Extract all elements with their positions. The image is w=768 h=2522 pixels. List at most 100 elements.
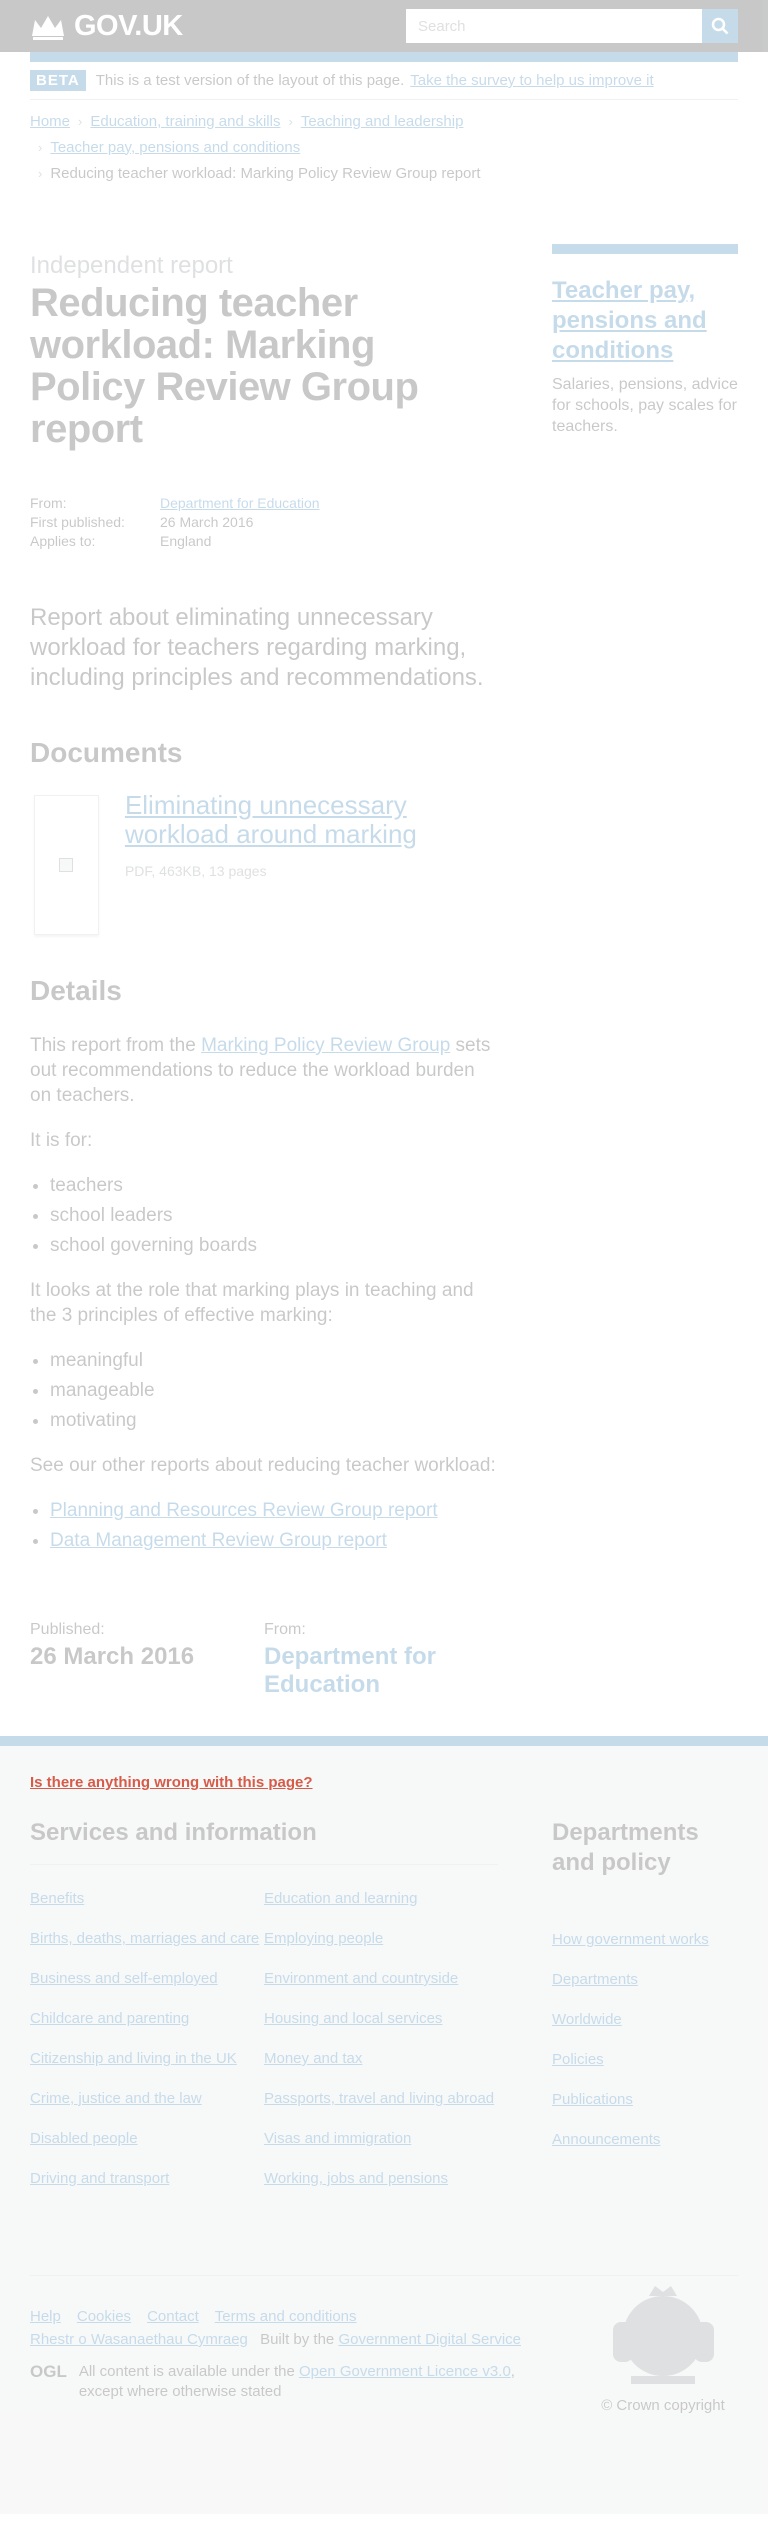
- sidebar-blue-bar: [552, 244, 738, 254]
- breadcrumb-current: Reducing teacher workload: Marking Polic…: [50, 164, 481, 182]
- copyright-text: © Crown copyright: [601, 2397, 725, 2414]
- footer-link[interactable]: How government works: [552, 1930, 738, 1950]
- marking-policy-link[interactable]: Marking Policy Review Group: [201, 1035, 450, 1056]
- footer-meta: Help Cookies Contact Terms and condition…: [30, 2275, 738, 2414]
- survey-link[interactable]: Take the survey to help us improve it: [410, 72, 653, 89]
- departments-list: How government works Departments Worldwi…: [552, 1930, 738, 2150]
- page-title: Reducing teacher workload: Marking Polic…: [30, 281, 419, 451]
- footer-link[interactable]: Crime, justice and the law: [30, 2089, 264, 2109]
- footer-blue-bar: [0, 1736, 768, 1746]
- govuk-logo-link[interactable]: GOV.UK: [30, 10, 183, 43]
- published-label: Published:: [30, 1621, 105, 1638]
- footer-link[interactable]: Employing people: [264, 1929, 498, 1949]
- list-item: school leaders: [50, 1203, 498, 1228]
- footer-link[interactable]: Money and tax: [264, 2049, 498, 2069]
- lead-paragraph: Report about eliminating unnecessary wor…: [30, 604, 484, 691]
- chevron-right-icon: ›: [38, 165, 43, 181]
- related-reports-list: Planning and Resources Review Group repo…: [50, 1498, 498, 1553]
- header-blue-bar: [30, 52, 738, 62]
- logo-text: GOV.UK: [74, 9, 183, 42]
- details-p4: See our other reports about reducing tea…: [30, 1455, 496, 1476]
- search-form: [406, 9, 738, 43]
- services-col-2: Education and learning Employing people …: [264, 1889, 498, 2209]
- contact-link[interactable]: Contact: [147, 2308, 199, 2325]
- meta-published-label: First published:: [30, 514, 125, 530]
- from-label: From:: [264, 1621, 306, 1638]
- document-attachment: Eliminating unnecessary workload around …: [30, 791, 498, 935]
- planning-report-link[interactable]: Planning and Resources Review Group repo…: [50, 1500, 438, 1521]
- footer-link[interactable]: Passports, travel and living abroad: [264, 2089, 498, 2109]
- footer-link[interactable]: Driving and transport: [30, 2169, 264, 2189]
- document-thumbnail[interactable]: [34, 795, 99, 935]
- search-button[interactable]: [702, 9, 738, 43]
- details-p2: It is for:: [30, 1130, 93, 1151]
- gds-link[interactable]: Government Digital Service: [338, 2331, 521, 2348]
- footer-link[interactable]: Environment and countryside: [264, 1969, 498, 1989]
- ogl-logo-icon: OGL: [30, 2362, 67, 2381]
- breadcrumb-home[interactable]: Home: [30, 113, 70, 130]
- list-item: meaningful: [50, 1348, 498, 1373]
- documents-heading: Documents: [30, 737, 183, 768]
- terms-link[interactable]: Terms and conditions: [215, 2308, 357, 2325]
- department-link[interactable]: Department for Education: [264, 1643, 498, 1699]
- list-item: school governing boards: [50, 1233, 498, 1258]
- beta-tag: BETA: [30, 70, 86, 91]
- footer-link[interactable]: Births, deaths, marriages and care: [30, 1929, 264, 1949]
- meta-applies-label: Applies to:: [30, 533, 96, 549]
- footer-link[interactable]: Departments: [552, 1970, 738, 1990]
- list-item: teachers: [50, 1173, 498, 1198]
- footer-link[interactable]: Working, jobs and pensions: [264, 2169, 498, 2189]
- search-icon: [711, 17, 729, 35]
- footer-link[interactable]: Benefits: [30, 1889, 264, 1909]
- breadcrumb-teacher-pay[interactable]: Teacher pay, pensions and conditions: [50, 139, 300, 156]
- chevron-right-icon: ›: [38, 139, 43, 155]
- footer-link[interactable]: Policies: [552, 2050, 738, 2070]
- beta-banner: BETA This is a test version of the layou…: [30, 62, 738, 100]
- meta-from-link[interactable]: Department for Education: [160, 494, 320, 513]
- meta-applies-value: England: [160, 533, 212, 549]
- footer-link[interactable]: Visas and immigration: [264, 2129, 498, 2149]
- footer-link[interactable]: Housing and local services: [264, 2009, 498, 2029]
- cookies-link[interactable]: Cookies: [77, 2308, 131, 2325]
- list-item: motivating: [50, 1408, 498, 1433]
- meta-from-label: From:: [30, 495, 67, 511]
- beta-text: This is a test version of the layout of …: [95, 72, 405, 89]
- site-footer: Services and information Benefits Births…: [0, 1746, 768, 2514]
- pdf-icon: [59, 858, 74, 872]
- document-meta: PDF, 463KB, 13 pages: [124, 863, 267, 879]
- built-by-text: Built by the: [260, 2331, 335, 2348]
- breadcrumb-teaching[interactable]: Teaching and leadership: [301, 113, 464, 130]
- document-title-link[interactable]: Eliminating unnecessary workload around …: [125, 791, 498, 849]
- footer-link[interactable]: Business and self-employed: [30, 1969, 264, 1989]
- services-col-1: Benefits Births, deaths, marriages and c…: [30, 1889, 264, 2209]
- footer-link[interactable]: Announcements: [552, 2130, 738, 2150]
- crown-icon: [32, 16, 64, 40]
- data-management-report-link[interactable]: Data Management Review Group report: [50, 1530, 387, 1551]
- principles-list: meaningful manageable motivating: [50, 1348, 498, 1433]
- search-input[interactable]: [406, 9, 702, 43]
- footer-link[interactable]: Childcare and parenting: [30, 2009, 264, 2029]
- details-p3: It looks at the role that marking plays …: [30, 1280, 474, 1326]
- footer-link[interactable]: Publications: [552, 2090, 738, 2110]
- details-p1-pre: This report from the: [30, 1035, 196, 1056]
- chevron-right-icon: ›: [288, 113, 293, 129]
- licence-pre: All content is available under the: [78, 2363, 295, 2380]
- services-heading: Services and information: [30, 1818, 498, 1865]
- site-header: GOV.UK: [0, 0, 768, 52]
- footer-link[interactable]: Disabled people: [30, 2129, 264, 2149]
- footer-overlay: Services and information Benefits Births…: [0, 1736, 768, 2514]
- footer-link[interactable]: Worldwide: [552, 2010, 738, 2030]
- footer-link[interactable]: Citizenship and living in the UK: [30, 2049, 264, 2069]
- crest-icon: [612, 2286, 714, 2384]
- audience-list: teachers school leaders school governing…: [50, 1173, 498, 1258]
- footer-link[interactable]: Education and learning: [264, 1889, 498, 1909]
- licence-text: All content is available under the Open …: [79, 2362, 539, 2402]
- breadcrumb-education[interactable]: Education, training and skills: [90, 113, 280, 130]
- licence-link[interactable]: Open Government Licence v3.0: [299, 2363, 511, 2380]
- welsh-services-link[interactable]: Rhestr o Wasanaethau Cymraeg: [30, 2331, 248, 2348]
- chevron-right-icon: ›: [78, 113, 83, 129]
- help-link[interactable]: Help: [30, 2308, 61, 2325]
- royal-coat-of-arms: © Crown copyright: [588, 2284, 738, 2414]
- details-heading: Details: [30, 975, 122, 1006]
- sidebar-topic-link[interactable]: Teacher pay, pensions and conditions: [552, 276, 738, 366]
